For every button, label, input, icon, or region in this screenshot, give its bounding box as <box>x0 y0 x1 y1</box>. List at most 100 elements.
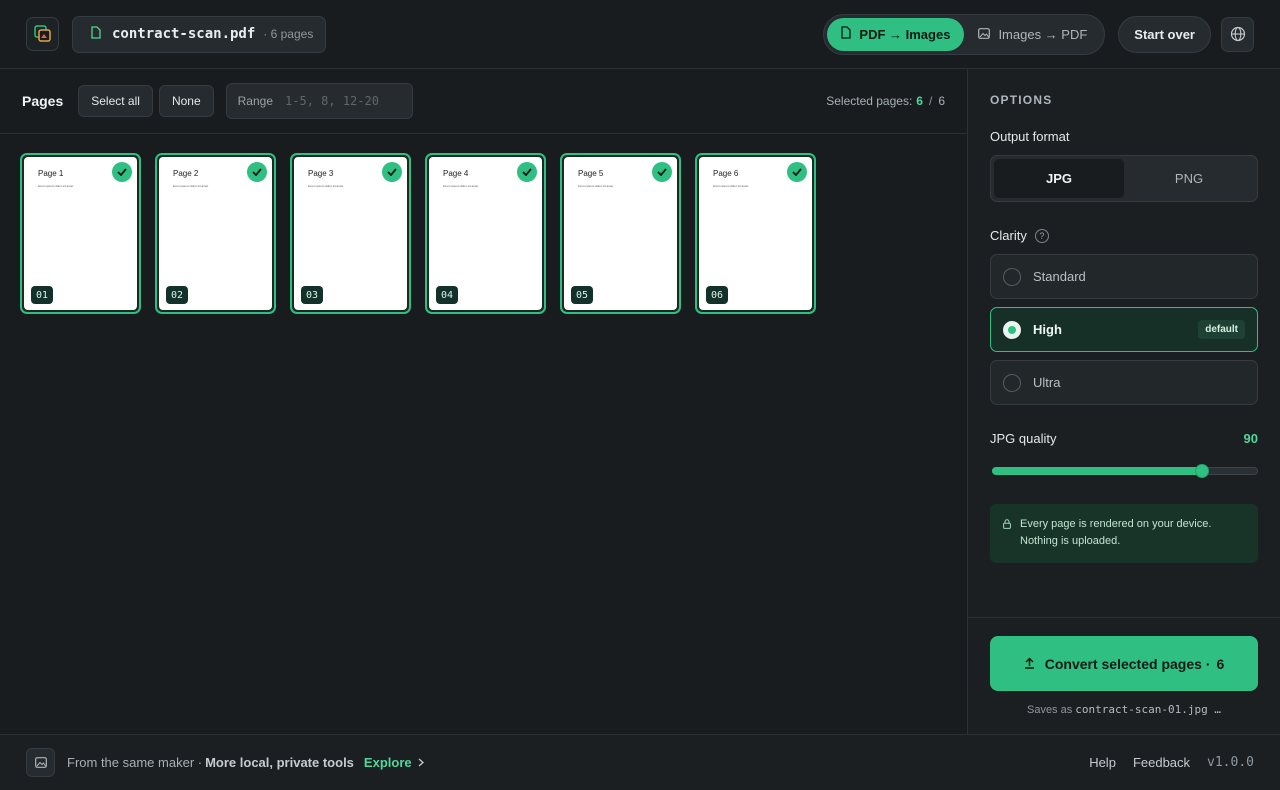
page-thumbnail[interactable]: Page 4 lorem ipsum dolor sit amet 04 <box>425 153 546 314</box>
help-icon[interactable]: ? <box>1034 228 1049 243</box>
jpg-quality-slider[interactable] <box>990 464 1258 478</box>
footer-from-text: From the same maker · <box>67 755 203 770</box>
page-number-badge: 02 <box>166 286 188 304</box>
lock-icon <box>1003 518 1011 551</box>
page-thumbnail[interactable]: Page 6 lorem ipsum dolor sit amet 06 <box>695 153 816 314</box>
format-png-button[interactable]: PNG <box>1124 159 1254 198</box>
pages-toolbar: Pages Select all None Range Selected pag… <box>0 69 967 134</box>
clarity-option-ultra[interactable]: Ultra <box>990 360 1258 405</box>
check-icon[interactable] <box>382 162 402 182</box>
range-label: Range <box>237 94 274 108</box>
total-count: 6 <box>938 94 945 108</box>
page-title: Page 1 <box>38 169 64 178</box>
page-thumbnail[interactable]: Page 5 lorem ipsum dolor sit amet 05 <box>560 153 681 314</box>
output-format-label: Output format <box>990 129 1070 144</box>
version-label: v1.0.0 <box>1207 755 1254 770</box>
page-text: lorem ipsum dolor sit amet <box>308 184 344 188</box>
start-over-button[interactable]: Start over <box>1118 15 1211 53</box>
convert-button[interactable]: Convert selected pages · 6 <box>990 636 1258 691</box>
page-number-badge: 04 <box>436 286 458 304</box>
footer-tools-text: More local, private tools <box>205 755 354 770</box>
mode-label: Images → PDF <box>998 26 1088 42</box>
jpg-quality-value: 90 <box>1243 431 1258 446</box>
language-globe-icon[interactable] <box>1221 16 1254 52</box>
image-icon <box>978 27 991 42</box>
jpg-quality-label: JPG quality <box>990 431 1057 446</box>
file-chip: contract-scan.pdf · 6 pages <box>72 15 327 53</box>
help-link[interactable]: Help <box>1089 755 1116 770</box>
saves-as-prefix: Saves as <box>1026 704 1073 716</box>
options-panel: OPTIONS Output format JPG PNG Clarity ? … <box>967 69 1280 734</box>
select-all-button[interactable]: Select all <box>78 85 153 117</box>
format-jpg-button[interactable]: JPG <box>994 159 1124 198</box>
page-number-badge: 05 <box>571 286 593 304</box>
feedback-link[interactable]: Feedback <box>1133 755 1190 770</box>
check-icon[interactable] <box>247 162 267 182</box>
page-thumbnail[interactable]: Page 2 lorem ipsum dolor sit amet 02 <box>155 153 276 314</box>
page-title: Page 5 <box>578 169 604 178</box>
app-logo-icon[interactable] <box>26 17 59 51</box>
clarity-option-standard[interactable]: Standard <box>990 254 1258 299</box>
explore-link[interactable]: Explore <box>364 755 424 770</box>
privacy-note-line1: Every page is rendered on your device. <box>1020 518 1212 530</box>
page-text: lorem ipsum dolor sit amet <box>713 184 749 188</box>
selected-pages-count: Selected pages: 6/6 <box>826 94 945 108</box>
page-thumbnail[interactable]: Page 3 lorem ipsum dolor sit amet 03 <box>290 153 411 314</box>
slider-knob[interactable] <box>1195 464 1209 478</box>
radio-icon <box>1003 267 1021 286</box>
pages-label: Pages <box>22 93 64 109</box>
mode-toggle: PDF → Images Images → PDF <box>823 13 1106 55</box>
convert-label: Convert selected pages · <box>1044 655 1211 672</box>
file-name: contract-scan.pdf <box>112 26 256 42</box>
page-text: lorem ipsum dolor sit amet <box>173 184 209 188</box>
clarity-option-label: Standard <box>1033 269 1086 284</box>
file-icon <box>91 26 101 42</box>
page-text: lorem ipsum dolor sit amet <box>38 184 74 188</box>
app-header: contract-scan.pdf · 6 pages PDF → Images… <box>0 0 1280 69</box>
page-number-badge: 03 <box>301 286 323 304</box>
count-separator: / <box>928 94 933 108</box>
page-thumbnail[interactable]: Page 1 lorem ipsum dolor sit amet 01 <box>20 153 141 314</box>
check-icon[interactable] <box>652 162 672 182</box>
file-page-count: · 6 pages <box>263 27 314 41</box>
clarity-option-label: Ultra <box>1033 375 1061 390</box>
mode-pdf-to-images-button[interactable]: PDF → Images <box>827 17 965 51</box>
page-text: lorem ipsum dolor sit amet <box>443 184 479 188</box>
page-title: Page 2 <box>173 169 199 178</box>
clarity-label: Clarity <box>990 228 1027 243</box>
clarity-option-label: High <box>1033 322 1062 337</box>
default-badge: default <box>1198 320 1245 339</box>
mode-label: PDF → Images <box>859 26 951 42</box>
privacy-note: Every page is rendered on your device. N… <box>990 504 1258 563</box>
options-heading: OPTIONS <box>990 93 1053 107</box>
range-input[interactable] <box>285 94 396 108</box>
chevron-right-icon <box>418 755 424 770</box>
page-grid: Page 1 lorem ipsum dolor sit amet 01 Pag… <box>0 134 967 333</box>
range-field: Range <box>225 83 413 119</box>
mode-images-to-pdf-button[interactable]: Images → PDF <box>964 18 1101 51</box>
page-number-badge: 06 <box>706 286 728 304</box>
page-title: Page 3 <box>308 169 334 178</box>
upload-icon <box>1024 656 1035 672</box>
page-title: Page 4 <box>443 169 469 178</box>
slider-fill <box>992 467 1202 475</box>
page-number-badge: 01 <box>31 286 53 304</box>
explore-label: Explore <box>363 755 412 770</box>
check-icon[interactable] <box>787 162 807 182</box>
output-format-toggle: JPG PNG <box>990 155 1258 202</box>
page-text: lorem ipsum dolor sit amet <box>578 184 614 188</box>
select-none-button[interactable]: None <box>158 85 214 117</box>
image-icon[interactable] <box>26 748 55 777</box>
check-icon[interactable] <box>112 162 132 182</box>
saves-as-hint: Saves as contract-scan-01.jpg … <box>990 703 1258 716</box>
app-footer: From the same maker · More local, privat… <box>0 734 1280 790</box>
convert-section: Convert selected pages · 6 Saves as cont… <box>968 617 1280 734</box>
page-title: Page 6 <box>713 169 739 178</box>
convert-count: 6 <box>1216 655 1225 672</box>
radio-icon <box>1003 320 1021 339</box>
selected-count: 6 <box>916 94 923 108</box>
privacy-note-line2: Nothing is uploaded. <box>1020 535 1121 547</box>
clarity-option-high[interactable]: High default <box>990 307 1258 352</box>
check-icon[interactable] <box>517 162 537 182</box>
pages-panel: Pages Select all None Range Selected pag… <box>0 69 967 734</box>
